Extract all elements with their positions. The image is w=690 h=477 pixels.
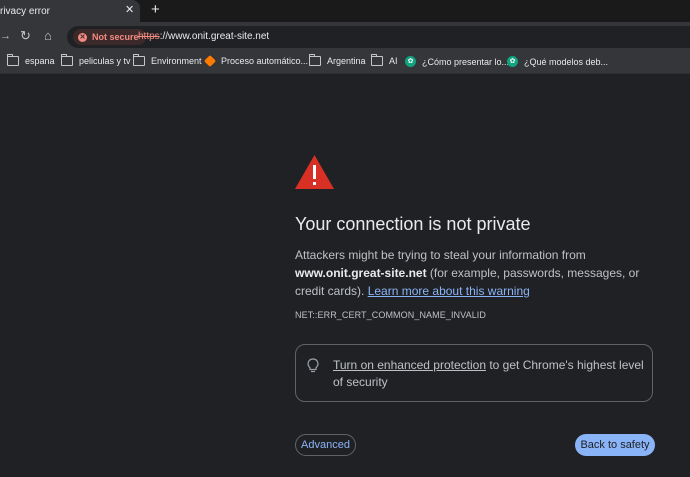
tab-privacy-error[interactable]: rivacy error ✕ xyxy=(0,0,140,22)
bookmark-label: ¿Qué modelos deb... xyxy=(524,56,609,67)
folder-icon xyxy=(133,54,145,66)
bookmark-argentina[interactable]: Argentina xyxy=(309,54,366,66)
site-host: www.onit.great-site.net xyxy=(295,266,427,280)
chatgpt-icon: ✿ xyxy=(507,56,518,67)
bookmark-label: Environment xyxy=(151,56,202,66)
warning-triangle-icon xyxy=(295,155,334,189)
warning-icon: ✕ xyxy=(78,32,87,42)
bookmark-label: AI xyxy=(389,56,398,66)
back-to-safety-button[interactable]: Back to safety xyxy=(575,434,655,456)
address-bar[interactable]: ✕ Not secure https://www.onit.great-site… xyxy=(67,26,690,48)
folder-icon xyxy=(309,54,321,66)
security-chip[interactable]: ✕ Not secure xyxy=(73,29,146,45)
enhanced-protection-link[interactable]: Turn on enhanced protection xyxy=(333,358,486,372)
new-tab-button[interactable]: + xyxy=(151,1,160,18)
enhanced-protection-text: Turn on enhanced protection to get Chrom… xyxy=(333,357,648,391)
close-tab-icon[interactable]: ✕ xyxy=(125,3,134,16)
home-icon[interactable]: ⌂ xyxy=(44,28,52,43)
bookmark-ai[interactable]: AI xyxy=(371,54,398,66)
chatgpt-icon: ✿ xyxy=(405,56,416,67)
bookmark-peliculas[interactable]: peliculas y tv xyxy=(61,54,131,66)
folder-icon xyxy=(371,54,383,66)
bookmark-label: Argentina xyxy=(327,56,366,66)
bookmarks-bar: espana peliculas y tv Environment Proces… xyxy=(0,53,690,74)
reload-icon[interactable]: ↻ xyxy=(20,28,31,44)
folder-icon xyxy=(61,54,73,66)
bookmark-proceso[interactable]: Proceso automático... xyxy=(203,54,309,68)
bookmark-que-modelos[interactable]: ✿ ¿Qué modelos deb... xyxy=(507,56,608,67)
bookmark-como-presentar[interactable]: ✿ ¿Cómo presentar lo... xyxy=(405,56,509,67)
bookmark-label: peliculas y tv xyxy=(79,56,131,66)
bookmark-environment[interactable]: Environment xyxy=(133,54,202,66)
enhanced-protection-box: Turn on enhanced protection to get Chrom… xyxy=(295,344,653,402)
flow-app-icon xyxy=(203,54,217,68)
tab-strip: rivacy error ✕ + xyxy=(0,0,690,22)
url-text[interactable]: https://www.onit.great-site.net xyxy=(138,31,269,42)
bookmark-label: espana xyxy=(25,56,55,66)
advanced-button[interactable]: Advanced xyxy=(295,434,356,456)
lightbulb-icon xyxy=(307,358,319,373)
description-prefix: Attackers might be trying to steal your … xyxy=(295,248,586,262)
url-scheme: https xyxy=(138,31,160,42)
url-host: ://www.onit.great-site.net xyxy=(159,31,270,42)
security-chip-label: Not secure xyxy=(92,32,139,42)
bookmark-label: Proceso automático... xyxy=(221,56,309,66)
bookmark-espana[interactable]: espana xyxy=(7,54,55,66)
bookmark-label: ¿Cómo presentar lo... xyxy=(422,56,510,67)
browser-toolbar: → ↻ ⌂ ✕ Not secure https://www.onit.grea… xyxy=(0,22,690,53)
page-title: Your connection is not private xyxy=(295,214,531,234)
error-code: NET::ERR_CERT_COMMON_NAME_INVALID xyxy=(295,310,487,320)
learn-more-link[interactable]: Learn more about this warning xyxy=(368,284,530,298)
tab-title: rivacy error xyxy=(0,5,51,17)
warning-description: Attackers might be trying to steal your … xyxy=(295,246,655,300)
folder-icon xyxy=(7,54,19,66)
forward-icon[interactable]: → xyxy=(0,30,11,42)
